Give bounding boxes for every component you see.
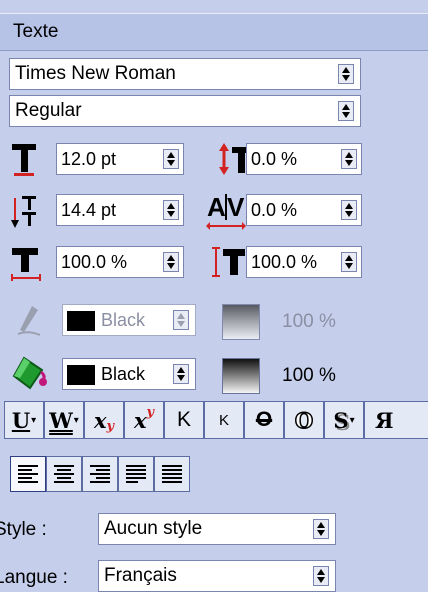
font-style-select[interactable]: Regular [9,95,361,127]
font-size-value: 12.0 pt [61,149,117,169]
panel-title: Texte [13,21,59,42]
panel-title-bar: Texte [0,13,428,51]
justify-icon [126,465,146,483]
font-family-dropdown-arrow-icon[interactable] [338,64,354,84]
language-label: Langue : [0,567,68,588]
fill-color-dropdown-arrow-icon[interactable] [173,364,189,384]
font-size-icon [12,144,36,176]
leading-icon [11,196,36,228]
fill-opacity-value: 100 % [282,365,336,386]
justify-button[interactable] [118,456,154,492]
baseline-shift-field[interactable]: 0.0 % [246,143,362,175]
subscript-y-icon: y [106,418,115,434]
fill-color-select[interactable]: Black [62,358,196,390]
stroke-color-value: Black [101,310,146,330]
kerning-icon: A V [206,192,246,230]
font-size-stepper[interactable] [163,149,179,169]
align-center-icon [54,465,74,483]
mirror-button[interactable]: Я [364,401,428,439]
align-left-button[interactable] [10,456,46,492]
font-family-select[interactable]: Times New Roman [9,58,361,90]
kerning-stepper[interactable] [341,200,357,220]
font-style-dropdown-arrow-icon[interactable] [338,101,354,121]
text-panel: Texte Times New Roman Regular 12.0 pt 0.… [0,0,428,592]
word-underline-button[interactable]: W ▾ [44,401,84,439]
stroke-color-swatch [67,311,95,332]
font-size-field[interactable]: 12.0 pt [56,143,184,175]
justify-all-icon [162,465,182,483]
paragraph-style-select[interactable]: Aucun style [98,513,336,545]
kerning-field[interactable]: 0.0 % [246,194,362,226]
fill-bucket-icon [12,356,47,390]
align-left-icon [18,465,38,483]
font-style-value: Regular [15,100,82,121]
justify-all-button[interactable] [154,456,190,492]
small-caps-button[interactable]: K [204,401,244,439]
language-select[interactable]: Français [98,560,336,592]
baseline-shift-value: 0.0 % [251,149,298,169]
kerning-value: 0.0 % [251,200,298,220]
superscript-y-icon: y [146,404,155,420]
leading-value: 14.4 pt [61,200,117,220]
shadow-dropdown-icon: ▾ [349,414,355,426]
stroke-opacity-gradient[interactable] [222,304,260,340]
vertical-scale-stepper[interactable] [341,252,357,272]
horizontal-scale-stepper[interactable] [163,252,179,272]
stroke-pen-icon [17,306,41,336]
subscript-button[interactable]: xy [84,401,124,439]
align-right-icon [90,465,110,483]
leading-stepper[interactable] [163,200,179,220]
vertical-scale-value: 100.0 % [251,252,318,272]
font-family-value: Times New Roman [15,63,176,84]
outline-button[interactable]: O [284,401,324,439]
all-caps-button[interactable]: K [164,401,204,439]
stroke-color-dropdown-arrow-icon[interactable] [173,310,189,330]
align-right-button[interactable] [82,456,118,492]
fill-opacity-gradient[interactable] [222,358,260,394]
svg-text:A: A [207,192,226,222]
horizontal-scale-icon [11,248,41,281]
vertical-scale-field[interactable]: 100.0 % [246,246,362,278]
leading-field[interactable]: 14.4 pt [56,194,184,226]
stroke-opacity-value: 100 % [282,311,336,332]
baseline-shift-stepper[interactable] [341,149,357,169]
paragraph-style-dropdown-arrow-icon[interactable] [313,519,329,539]
horizontal-scale-value: 100.0 % [61,252,128,272]
vertical-scale-icon [212,247,245,277]
fill-color-swatch [67,365,95,386]
paragraph-style-label: Style : [0,519,47,540]
language-dropdown-arrow-icon[interactable] [313,566,329,586]
stroke-color-select[interactable]: Black [62,304,196,336]
fill-color-value: Black [101,364,146,384]
superscript-button[interactable]: xy [124,401,164,439]
underline-dropdown-icon: ▾ [31,414,37,426]
horizontal-scale-field[interactable]: 100.0 % [56,246,184,278]
svg-text:V: V [227,192,245,222]
underline-button[interactable]: U ▾ [4,401,44,439]
strikethrough-button[interactable]: O [244,401,284,439]
paragraph-style-value: Aucun style [104,518,203,539]
word-underline-dropdown-icon: ▾ [73,414,79,426]
language-value: Français [104,565,177,586]
align-center-button[interactable] [46,456,82,492]
shadow-button[interactable]: S ▾ [324,401,364,439]
